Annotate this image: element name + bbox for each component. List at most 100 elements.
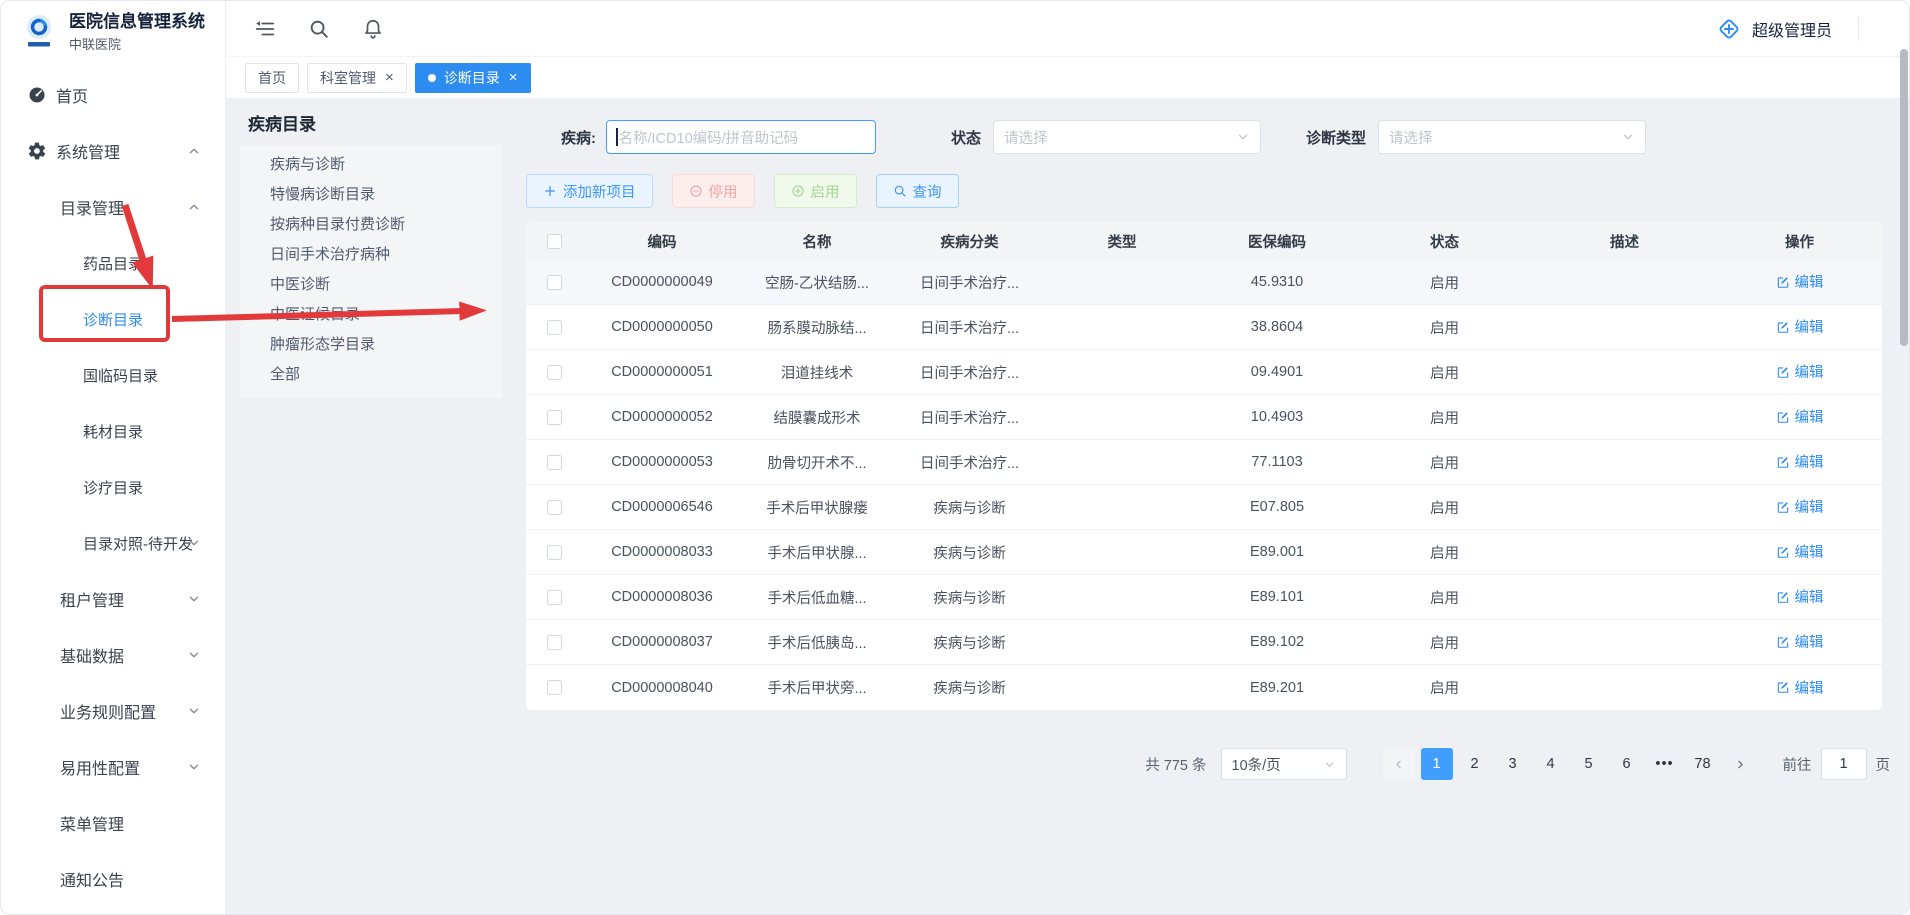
status-select[interactable]: 请选择 <box>993 120 1261 154</box>
search-icon[interactable] <box>308 18 330 40</box>
sidebar-item-label: 通知公告 <box>60 867 124 891</box>
sidebar-item[interactable]: 诊断目录 <box>1 291 225 347</box>
edit-button[interactable]: 编辑 <box>1776 586 1824 607</box>
row-checkbox[interactable] <box>547 680 562 695</box>
add-item-label: 添加新项目 <box>563 181 636 202</box>
edit-button[interactable]: 编辑 <box>1776 631 1824 652</box>
table-row: CD0000008040 手术后甲状旁... 疾病与诊断 E89.201 启用 … <box>526 665 1882 710</box>
sidebar-item[interactable]: 菜单管理 <box>1 795 225 851</box>
sidebar-item[interactable]: 通知公告 <box>1 851 225 907</box>
catalog-list-item[interactable]: 肿瘤形态学目录 <box>240 330 502 360</box>
page-button-4[interactable]: 4 <box>1535 748 1567 780</box>
edit-button[interactable]: 编辑 <box>1776 271 1824 292</box>
row-checkbox[interactable] <box>547 455 562 470</box>
cell-insurance-code: 38.8604 <box>1197 319 1357 335</box>
tab-诊断目录[interactable]: 诊断目录 × <box>415 63 531 93</box>
search-icon <box>893 184 907 198</box>
edit-button[interactable]: 编辑 <box>1776 451 1824 472</box>
diag-type-select[interactable]: 请选择 <box>1378 120 1646 154</box>
close-icon[interactable]: × <box>385 70 394 85</box>
page-button-5[interactable]: 5 <box>1573 748 1605 780</box>
bell-icon[interactable] <box>362 18 384 40</box>
catalog-list-item[interactable]: 中医证候目录 <box>240 300 502 330</box>
sidebar-item[interactable]: 目录对照-待开发 <box>1 515 225 571</box>
close-icon[interactable]: × <box>509 70 518 85</box>
catalog-list-item[interactable]: 疾病与诊断 <box>240 150 502 180</box>
select-all-checkbox[interactable] <box>547 234 562 249</box>
query-button[interactable]: 查询 <box>876 174 959 208</box>
edit-label: 编辑 <box>1795 677 1824 698</box>
cell-code: CD0000008037 <box>582 634 742 650</box>
edit-button[interactable]: 编辑 <box>1776 677 1824 698</box>
edit-button[interactable]: 编辑 <box>1776 406 1824 427</box>
sidebar-item-label: 系统管理 <box>56 139 120 163</box>
goto-page-input[interactable] <box>1821 748 1867 780</box>
row-checkbox[interactable] <box>547 365 562 380</box>
more-pages-button[interactable]: ••• <box>1649 748 1681 780</box>
page-size-select[interactable]: 10条/页 <box>1221 748 1347 780</box>
disable-label: 停用 <box>709 181 738 202</box>
page-button-3[interactable]: 3 <box>1497 748 1529 780</box>
disease-catalog-panel: 疾病目录 疾病与诊断特慢病诊断目录按病种目录付费诊断日间手术治疗病种中医诊断中医… <box>240 104 502 914</box>
edit-icon <box>1776 545 1790 559</box>
sidebar-item[interactable]: 首页 <box>1 67 225 123</box>
page-button-2[interactable]: 2 <box>1459 748 1491 780</box>
total-count: 共 775 条 <box>1145 754 1206 775</box>
cell-status: 启用 <box>1357 632 1532 653</box>
tab-首页[interactable]: 首页 <box>245 63 299 93</box>
row-checkbox[interactable] <box>547 590 562 605</box>
table-body: CD0000000049 空肠-乙状结肠... 日间手术治疗... 45.931… <box>526 260 1882 710</box>
catalog-list-item[interactable]: 按病种目录付费诊断 <box>240 210 502 240</box>
user-avatar-icon <box>1716 16 1742 42</box>
add-item-button[interactable]: 添加新项目 <box>526 174 653 208</box>
sidebar-item[interactable]: 基础数据 <box>1 627 225 683</box>
page-button-6[interactable]: 6 <box>1611 748 1643 780</box>
page-size-value: 10条/页 <box>1232 754 1281 775</box>
catalog-list-item[interactable]: 中医诊断 <box>240 270 502 300</box>
edit-button[interactable]: 编辑 <box>1776 496 1824 517</box>
user-name: 超级管理员 <box>1752 17 1832 41</box>
sidebar-item[interactable]: 易用性配置 <box>1 739 225 795</box>
disease-search-input[interactable]: 名称/ICD10编码/拼音助记码 <box>606 120 876 154</box>
edit-label: 编辑 <box>1795 316 1824 337</box>
prev-page-button[interactable] <box>1383 748 1415 780</box>
sidebar-item[interactable]: 国临码目录 <box>1 347 225 403</box>
user-menu[interactable]: 超级管理员 <box>1716 16 1859 42</box>
row-checkbox[interactable] <box>547 500 562 515</box>
sidebar-item[interactable]: 耗材目录 <box>1 403 225 459</box>
catalog-list-item[interactable]: 日间手术治疗病种 <box>240 240 502 270</box>
goto-label: 前往 <box>1783 754 1812 775</box>
catalog-list-item[interactable]: 全部 <box>240 360 502 390</box>
sidebar-item[interactable]: 药品目录 <box>1 235 225 291</box>
row-checkbox[interactable] <box>547 545 562 560</box>
row-checkbox[interactable] <box>547 275 562 290</box>
edit-button[interactable]: 编辑 <box>1776 361 1824 382</box>
header-类型: 类型 <box>1047 231 1197 252</box>
table-row: CD0000008037 手术后低胰岛... 疾病与诊断 E89.102 启用 … <box>526 620 1882 665</box>
sidebar-item-label: 首页 <box>56 83 88 107</box>
sidebar-item[interactable]: 诊疗目录 <box>1 459 225 515</box>
row-checkbox[interactable] <box>547 635 562 650</box>
page-button-1[interactable]: 1 <box>1421 748 1453 780</box>
cell-code: CD0000000050 <box>582 319 742 335</box>
sidebar-item[interactable]: 业务规则配置 <box>1 683 225 739</box>
header-名称: 名称 <box>742 231 892 252</box>
collapse-sidebar-icon[interactable] <box>254 18 276 40</box>
sidebar-item[interactable]: 目录管理 <box>1 179 225 235</box>
vertical-scrollbar[interactable] <box>1900 49 1908 346</box>
sidebar-item[interactable]: 系统管理 <box>1 123 225 179</box>
page-button-78[interactable]: 78 <box>1687 748 1719 780</box>
tab-label: 诊断目录 <box>444 68 500 88</box>
tab-label: 首页 <box>258 68 286 88</box>
row-checkbox[interactable] <box>547 320 562 335</box>
disable-button[interactable]: 停用 <box>672 174 755 208</box>
row-checkbox[interactable] <box>547 410 562 425</box>
next-page-button[interactable] <box>1725 748 1757 780</box>
tab-科室管理[interactable]: 科室管理 × <box>307 63 407 93</box>
edit-button[interactable]: 编辑 <box>1776 316 1824 337</box>
panel-title: 疾病目录 <box>248 110 502 135</box>
sidebar-item[interactable]: 租户管理 <box>1 571 225 627</box>
edit-button[interactable]: 编辑 <box>1776 541 1824 562</box>
enable-button[interactable]: 启用 <box>774 174 857 208</box>
catalog-list-item[interactable]: 特慢病诊断目录 <box>240 180 502 210</box>
